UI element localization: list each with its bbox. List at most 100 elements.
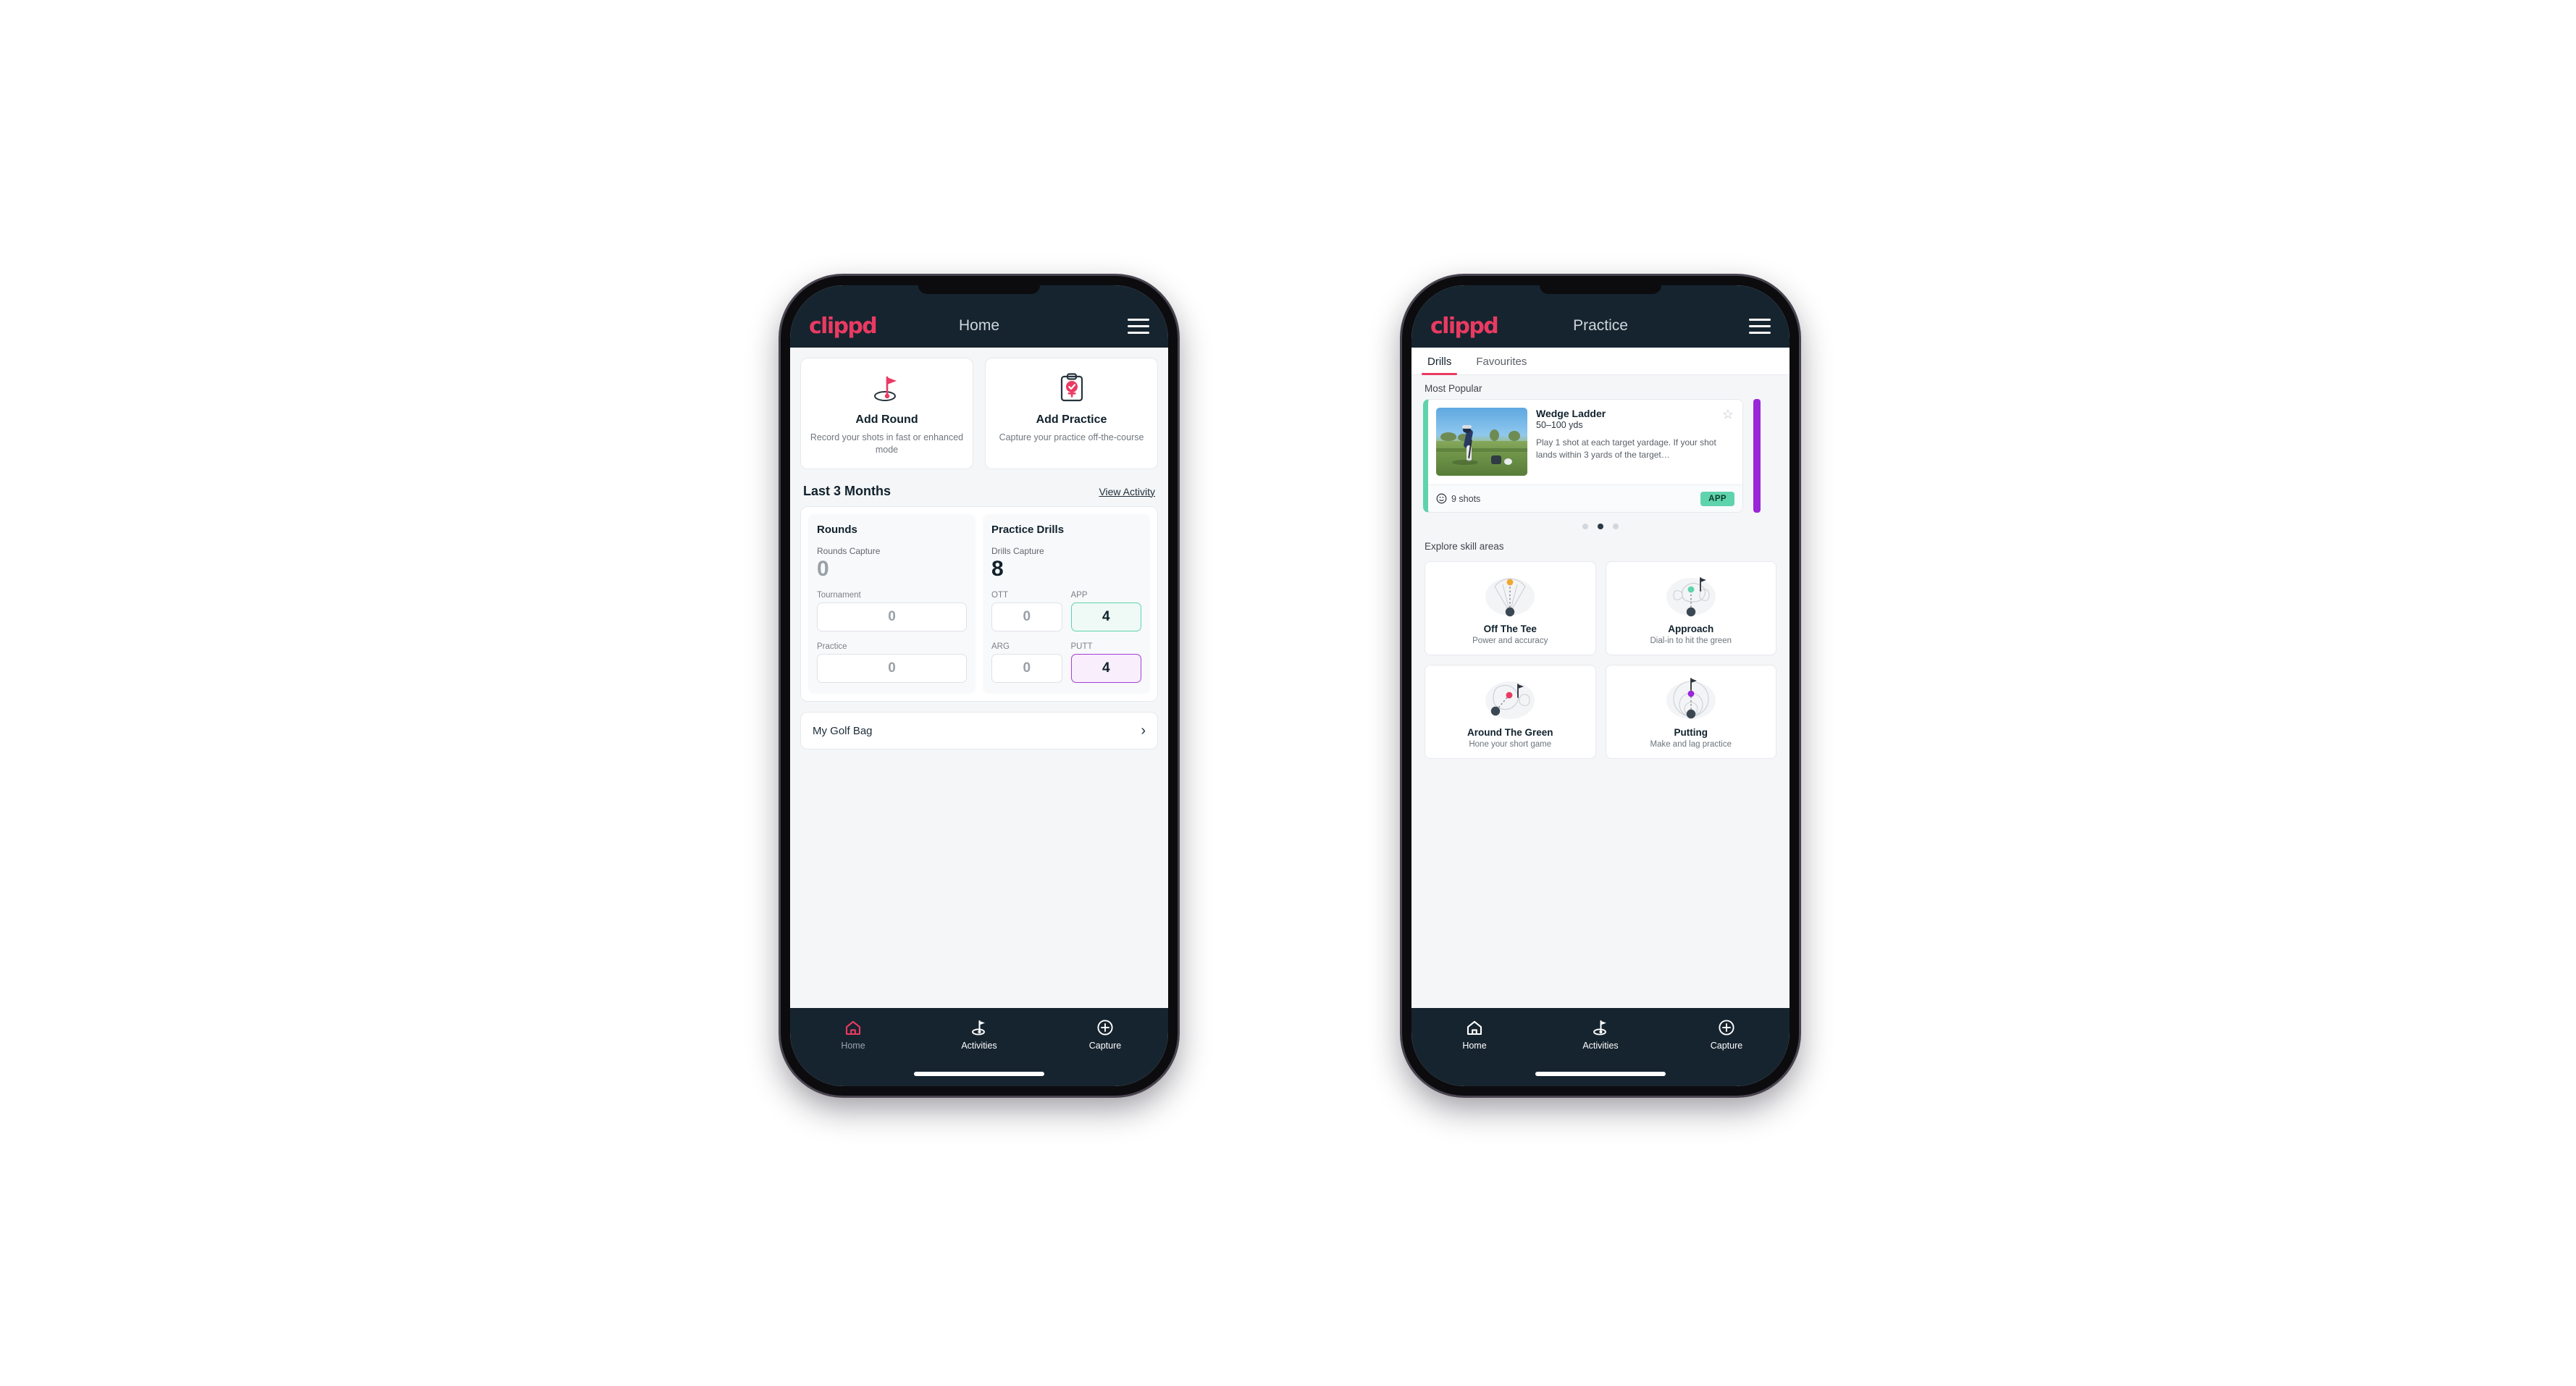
drill-field-labels-row1: OTT APP <box>991 580 1141 602</box>
add-round-subtitle: Record your shots in fast or enhanced mo… <box>810 432 964 455</box>
phone2-bottom-nav: Home Activities Capture <box>1411 1008 1790 1086</box>
phone-mockup-practice: clippd Practice Drills Favourites Most P… <box>1402 276 1799 1096</box>
last-3-months-header: Last 3 Months View Activity <box>790 469 1168 506</box>
drill-card-next-peek[interactable] <box>1753 399 1761 513</box>
phone-notch <box>1540 285 1661 294</box>
star-outline-icon[interactable]: ☆ <box>1722 408 1734 421</box>
carousel-dot[interactable] <box>1613 524 1619 529</box>
drill-shots-label: 9 shots <box>1451 493 1481 504</box>
phone2-screen: clippd Practice Drills Favourites Most P… <box>1411 285 1790 1086</box>
golf-flag-icon <box>916 1018 1042 1037</box>
app-value[interactable]: 4 <box>1070 602 1141 631</box>
drill-thumbnail-image <box>1436 408 1527 476</box>
golf-flag-icon <box>808 371 965 405</box>
add-practice-card[interactable]: Add Practice Capture your practice off-t… <box>985 358 1158 469</box>
drills-capture-label: Drills Capture <box>991 545 1044 556</box>
hamburger-menu-icon[interactable] <box>1128 318 1149 334</box>
skill-name: Approach <box>1668 623 1714 634</box>
add-round-title: Add Round <box>855 413 918 426</box>
clock-icon <box>1436 493 1447 504</box>
drill-card-top: Wedge Ladder 50–100 yds ☆ Play 1 shot at… <box>1428 400 1742 484</box>
drill-yardage: 50–100 yds <box>1536 420 1583 430</box>
tournament-label: Tournament <box>817 591 861 600</box>
putt-value[interactable]: 4 <box>1070 654 1141 683</box>
phone1-content: Add Round Record your shots in fast or e… <box>790 348 1168 1008</box>
skill-subtitle: Dial-in to hit the green <box>1650 637 1732 645</box>
add-practice-subtitle: Capture your practice off-the-course <box>999 432 1144 442</box>
tournament-value[interactable]: 0 <box>817 602 967 631</box>
most-popular-heading: Most Popular <box>1425 383 1482 394</box>
skill-card-putting[interactable]: Putting Make and lag practice <box>1605 665 1776 759</box>
arg-label: ARG <box>991 642 1010 651</box>
tab-drills[interactable]: Drills <box>1421 348 1458 375</box>
nav-item-activities[interactable]: Activities <box>916 1018 1042 1051</box>
phone1-app-bar: clippd Home <box>790 285 1168 348</box>
view-activity-link[interactable]: View Activity <box>1099 486 1155 497</box>
ott-value[interactable]: 0 <box>991 602 1062 631</box>
carousel-dot-active[interactable] <box>1598 524 1603 529</box>
nav-item-activities[interactable]: Activities <box>1537 1018 1664 1051</box>
hamburger-menu-icon[interactable] <box>1749 318 1771 334</box>
tab-favourites[interactable]: Favourites <box>1473 348 1530 374</box>
phone-notch <box>918 285 1040 294</box>
arg-value[interactable]: 0 <box>991 654 1062 683</box>
skill-card-around-the-green[interactable]: Around The Green Hone your short game <box>1425 665 1596 759</box>
nav-label-home: Home <box>1462 1041 1487 1051</box>
nav-label-activities: Activities <box>1582 1041 1619 1051</box>
practice-label: Practice <box>817 642 847 651</box>
drill-carousel[interactable]: Wedge Ladder 50–100 yds ☆ Play 1 shot at… <box>1411 399 1790 513</box>
rounds-heading: Rounds <box>817 523 857 536</box>
phone1-bottom-nav: Home Activities Capture <box>790 1008 1168 1086</box>
app-label: APP <box>1070 591 1088 600</box>
nav-item-home[interactable]: Home <box>790 1018 916 1051</box>
phone2-app-bar: clippd Practice <box>1411 285 1790 348</box>
stats-card: Rounds Rounds Capture 0 Tournament 0 Pra… <box>800 505 1158 702</box>
page-title: Home <box>958 317 1000 334</box>
carousel-dots[interactable] <box>1411 513 1790 529</box>
drill-card-footer: 9 shots APP <box>1428 484 1742 512</box>
section-title: Last 3 Months <box>803 483 891 498</box>
skill-subtitle: Hone your short game <box>1469 740 1552 749</box>
nav-label-capture: Capture <box>1088 1041 1122 1051</box>
drills-stat-column: Practice Drills Drills Capture 8 OTT APP… <box>983 513 1150 694</box>
plus-circle-icon <box>1664 1018 1790 1037</box>
skill-name: Around The Green <box>1467 727 1553 738</box>
skill-card-approach[interactable]: Approach Dial-in to hit the green <box>1605 561 1776 655</box>
nav-item-capture[interactable]: Capture <box>1042 1018 1168 1051</box>
tee-shot-fan-icon <box>1431 570 1590 622</box>
phone-mockup-home: clippd Home Add Round Record your shots … <box>781 276 1178 1096</box>
add-round-card[interactable]: Add Round Record your shots in fast or e… <box>800 358 973 469</box>
skill-name: Putting <box>1674 727 1708 738</box>
drill-field-values-row1: 0 4 <box>991 602 1141 631</box>
nav-label-capture: Capture <box>1710 1041 1743 1051</box>
my-golf-bag-row[interactable]: My Golf Bag › <box>800 712 1158 749</box>
add-practice-title: Add Practice <box>1036 413 1107 426</box>
putt-label: PUTT <box>1070 642 1093 651</box>
drills-capture-value: 8 <box>991 556 1004 581</box>
drill-title-row: Wedge Ladder 50–100 yds ☆ <box>1536 408 1734 430</box>
drill-card-inner: Wedge Ladder 50–100 yds ☆ Play 1 shot at… <box>1428 400 1742 512</box>
chevron-right-icon: › <box>1141 723 1146 739</box>
practice-value[interactable]: 0 <box>817 654 967 683</box>
putting-rings-icon <box>1612 673 1771 726</box>
drill-meta: Wedge Ladder 50–100 yds ☆ Play 1 shot at… <box>1536 408 1734 476</box>
nav-item-capture[interactable]: Capture <box>1664 1018 1790 1051</box>
explore-skill-areas-heading: Explore skill areas <box>1425 541 1504 552</box>
home-indicator <box>914 1072 1044 1076</box>
drill-card-wedge-ladder[interactable]: Wedge Ladder 50–100 yds ☆ Play 1 shot at… <box>1423 399 1743 513</box>
nav-label-home: Home <box>841 1041 865 1051</box>
rounds-capture-label: Rounds Capture <box>817 545 881 556</box>
skill-card-off-the-tee[interactable]: Off The Tee Power and accuracy <box>1425 561 1596 655</box>
ott-label: OTT <box>991 591 1008 600</box>
nav-item-home[interactable]: Home <box>1411 1018 1537 1051</box>
drill-field-values-row2: 0 4 <box>991 654 1141 683</box>
home-icon <box>1411 1018 1537 1037</box>
drill-title: Wedge Ladder <box>1536 408 1606 419</box>
home-indicator <box>1535 1072 1666 1076</box>
carousel-dot[interactable] <box>1582 524 1588 529</box>
rounds-stat-column: Rounds Rounds Capture 0 Tournament 0 Pra… <box>808 513 976 694</box>
my-golf-bag-label: My Golf Bag <box>813 724 873 737</box>
screenshot-canvas: clippd Home Add Round Record your shots … <box>0 0 2576 1386</box>
skill-subtitle: Make and lag practice <box>1650 740 1732 749</box>
golf-flag-icon <box>1537 1018 1664 1037</box>
